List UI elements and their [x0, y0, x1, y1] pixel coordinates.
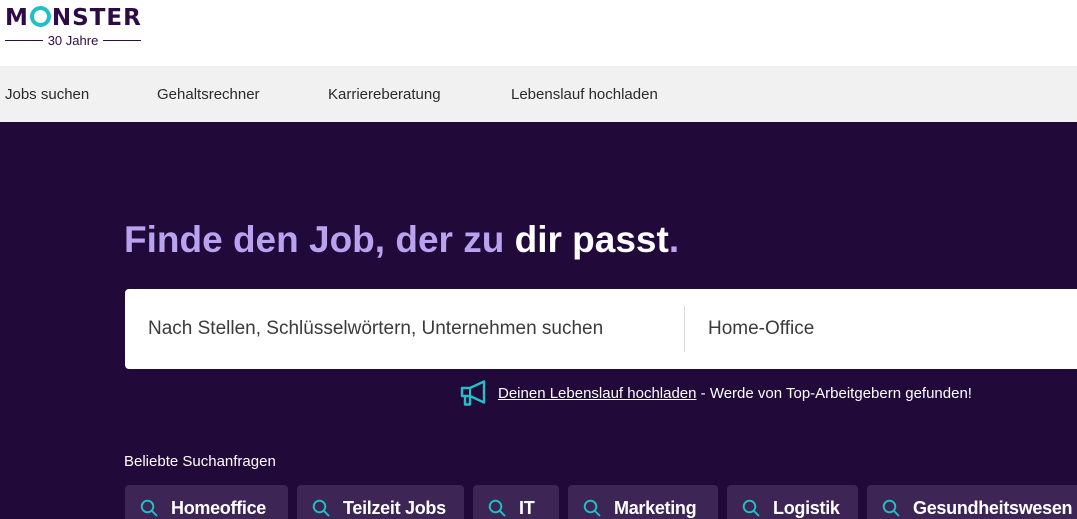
site-header: M NSTER 30 Jahre [0, 0, 1077, 66]
search-divider [684, 306, 685, 352]
logo-tagline: 30 Jahre [47, 33, 99, 48]
popular-search-chip[interactable]: Homeoffice [125, 485, 288, 519]
nav-karriereberatung[interactable]: Karriereberatung [328, 66, 441, 122]
hero-section: Finde den Job, der zu dir passt. Deinen … [0, 122, 1077, 519]
search-icon [583, 499, 601, 517]
keyword-search-input[interactable] [148, 289, 678, 369]
logo-divider-right [103, 39, 141, 42]
chip-label: Homeoffice [171, 498, 267, 518]
cv-upload-promo: Deinen Lebenslauf hochladen - Werde von … [459, 379, 972, 407]
logo-wordmark: M NSTER [5, 5, 142, 31]
location-input[interactable] [708, 289, 1068, 369]
chip-label: Logistik [773, 498, 840, 518]
search-icon [882, 499, 900, 517]
chip-label: Marketing [614, 498, 697, 518]
chip-label: Teilzeit Jobs [343, 498, 446, 518]
logo-anniversary: 30 Jahre [5, 33, 141, 48]
search-icon [140, 499, 158, 517]
chip-label: Gesundheitswesen [913, 498, 1073, 518]
popular-search-chip[interactable]: Marketing [568, 485, 718, 519]
search-icon [488, 499, 506, 517]
popular-search-chip[interactable]: Logistik [727, 485, 858, 519]
search-icon [742, 499, 760, 517]
popular-search-chip[interactable]: Teilzeit Jobs [297, 485, 464, 519]
search-icon [312, 499, 330, 517]
logo-o-ring-icon [29, 6, 51, 27]
cv-upload-link[interactable]: Deinen Lebenslauf hochladen [498, 385, 697, 402]
megaphone-icon [460, 380, 486, 406]
monster-logo[interactable]: M NSTER 30 Jahre [5, 4, 145, 48]
popular-searches-label: Beliebte Suchanfragen [124, 453, 276, 470]
cv-upload-text: - Werde von Top-Arbeitgebern gefunden! [696, 384, 972, 402]
main-nav: Jobs suchen Gehaltsrechner Karriereberat… [0, 66, 1077, 122]
hero-headline: Finde den Job, der zu dir passt. [124, 219, 680, 260]
nav-gehaltsrechner[interactable]: Gehaltsrechner [157, 66, 260, 122]
chip-label: IT [519, 498, 535, 518]
popular-search-chip[interactable]: Gesundheitswesen [867, 485, 1077, 519]
popular-search-chip[interactable]: IT [473, 485, 559, 519]
nav-jobs-suchen[interactable]: Jobs suchen [5, 66, 89, 122]
logo-divider-left [5, 39, 43, 42]
job-search-form [125, 289, 1077, 369]
nav-lebenslauf-hochladen[interactable]: Lebenslauf hochladen [511, 66, 658, 122]
